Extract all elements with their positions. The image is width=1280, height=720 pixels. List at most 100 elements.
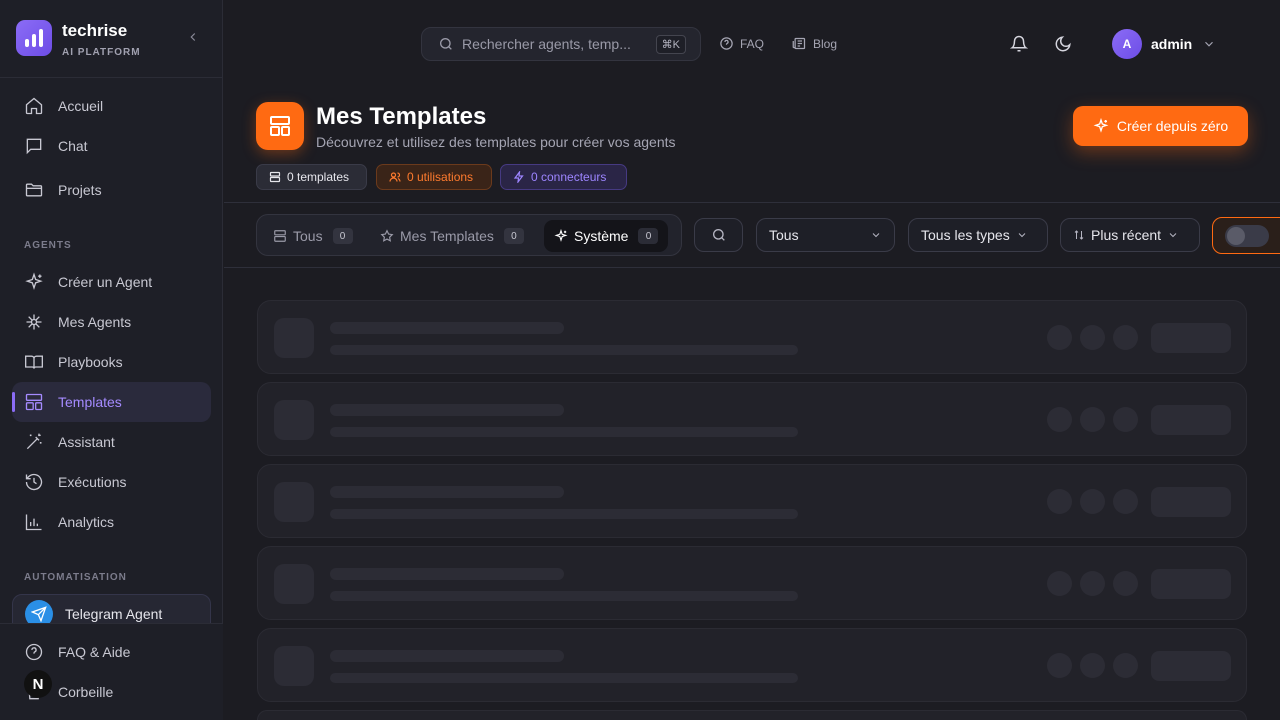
sort-icon xyxy=(1074,230,1084,240)
skeleton-placeholder xyxy=(330,568,564,580)
sidebar-item-label: Corbeille xyxy=(58,684,114,700)
tab-count: 0 xyxy=(332,228,353,244)
sidebar-item-label: Accueil xyxy=(58,98,104,114)
collapse-sidebar-icon[interactable] xyxy=(186,29,200,45)
skeleton-placeholder xyxy=(1151,651,1231,681)
brand-logo-icon xyxy=(16,20,52,56)
search-shortcut: ⌘K xyxy=(655,35,686,54)
sidebar-item-label: Mes Agents xyxy=(58,314,132,330)
skeleton-placeholder xyxy=(1113,325,1138,350)
sidebar-item-chat[interactable]: Chat xyxy=(12,126,211,166)
moon-icon[interactable] xyxy=(1054,35,1072,53)
tab-count: 0 xyxy=(638,228,659,244)
templates-icon xyxy=(256,102,304,150)
faq-link[interactable]: FAQ xyxy=(719,36,764,51)
sort-value: Plus récent xyxy=(1091,227,1162,243)
search-icon xyxy=(712,229,725,241)
skeleton-placeholder xyxy=(1113,489,1138,514)
tab-systeme[interactable]: Système 0 xyxy=(544,220,669,252)
sidebar-item-accueil[interactable]: Accueil xyxy=(12,86,211,126)
page-title: Mes Templates xyxy=(316,103,487,130)
filter-search-button[interactable] xyxy=(694,218,743,252)
tab-label: Système xyxy=(574,228,629,244)
skeleton-placeholder xyxy=(1080,571,1105,596)
sparkles-icon xyxy=(25,272,43,290)
create-from-scratch-button[interactable]: Créer depuis zéro xyxy=(1073,106,1248,146)
uses-count: 0 utilisations xyxy=(407,170,474,184)
sidebar-item-label: Chat xyxy=(58,138,88,154)
skeleton-row xyxy=(257,710,1247,720)
chevron-down-icon xyxy=(872,233,880,238)
skeleton-placeholder xyxy=(330,673,798,683)
avatar[interactable]: N xyxy=(24,670,52,698)
folder-icon xyxy=(25,183,43,197)
sidebar-item-templates[interactable]: Templates xyxy=(12,382,211,422)
skeleton-row xyxy=(257,546,1247,620)
help-icon xyxy=(720,37,733,50)
layout-icon xyxy=(269,171,281,183)
sidebar-item-mes-agents[interactable]: Mes Agents xyxy=(12,302,211,342)
skeleton-placeholder xyxy=(274,400,314,440)
tab-tous[interactable]: Tous 0 xyxy=(263,220,363,252)
uses-count-badge: 0 utilisations xyxy=(376,164,492,190)
featured-toggle-wrapper xyxy=(1212,217,1280,254)
blog-label: Blog xyxy=(813,36,838,51)
bell-icon[interactable] xyxy=(1010,35,1028,53)
skeleton-placeholder xyxy=(330,322,564,334)
user-avatar[interactable]: A xyxy=(1112,29,1142,59)
skeleton-placeholder xyxy=(330,486,564,498)
skeleton-placeholder xyxy=(1113,653,1138,678)
sidebar-item-label: Assistant xyxy=(58,434,115,450)
section-label-automatisation: AUTOMATISATION xyxy=(24,572,127,583)
chevron-down-icon[interactable] xyxy=(1202,37,1216,51)
tab-label: Tous xyxy=(293,228,323,244)
sidebar-item-playbooks[interactable]: Playbooks xyxy=(12,342,211,382)
global-search-input[interactable]: Rechercher agents, temp... ⌘K xyxy=(421,27,701,61)
skeleton-placeholder xyxy=(1113,571,1138,596)
user-name[interactable]: admin xyxy=(1151,36,1192,52)
sidebar-item-analytics[interactable]: Analytics xyxy=(12,502,211,542)
skeleton-placeholder xyxy=(1047,571,1072,596)
sidebar-item-faq-aide[interactable]: FAQ & Aide xyxy=(12,632,211,672)
sidebar-item-label: FAQ & Aide xyxy=(58,644,131,660)
skeleton-placeholder xyxy=(1047,653,1072,678)
tab-label: Mes Templates xyxy=(400,228,494,244)
book-icon xyxy=(25,355,43,369)
skeleton-row xyxy=(257,382,1247,456)
chart-icon xyxy=(25,514,42,531)
sidebar-item-label: Analytics xyxy=(58,514,115,530)
blog-link[interactable]: Blog xyxy=(792,36,837,51)
category-select[interactable]: Tous xyxy=(756,218,895,252)
sidebar-item-label: Playbooks xyxy=(58,354,123,370)
skeleton-row xyxy=(257,464,1247,538)
tab-count: 0 xyxy=(503,228,524,244)
skeleton-placeholder xyxy=(330,650,564,662)
tab-mes-templates[interactable]: Mes Templates 0 xyxy=(370,220,534,252)
type-select[interactable]: Tous les types xyxy=(908,218,1048,252)
topbar: Rechercher agents, temp... ⌘K FAQ Blog A… xyxy=(224,0,1280,88)
sidebar-item-creer-agent[interactable]: Créer un Agent xyxy=(12,262,211,302)
featured-toggle[interactable] xyxy=(1225,225,1269,247)
skeleton-placeholder xyxy=(1151,569,1231,599)
sidebar-item-label: Créer un Agent xyxy=(58,274,153,290)
skeleton-placeholder xyxy=(1047,407,1072,432)
type-value: Tous les types xyxy=(921,227,1010,243)
page-subtitle: Découvrez et utilisez des templates pour… xyxy=(316,134,676,150)
skeleton-placeholder xyxy=(1047,325,1072,350)
sidebar-item-assistant[interactable]: Assistant xyxy=(12,422,211,462)
sidebar-item-label: Templates xyxy=(58,394,122,410)
skeleton-row xyxy=(257,300,1247,374)
home-icon xyxy=(25,97,43,115)
skeleton-placeholder xyxy=(330,427,798,437)
sort-select[interactable]: Plus récent xyxy=(1060,218,1200,252)
star-icon xyxy=(380,229,394,242)
sidebar-item-executions[interactable]: Exécutions xyxy=(12,462,211,502)
skeleton-placeholder xyxy=(330,509,798,519)
brand-subtitle: AI PLATFORM xyxy=(62,47,141,58)
section-label-agents: AGENTS xyxy=(24,240,72,251)
history-icon xyxy=(25,473,43,491)
skeleton-placeholder xyxy=(1080,653,1105,678)
sidebar-item-projets[interactable]: Projets xyxy=(12,170,211,210)
skeleton-placeholder xyxy=(1151,405,1231,435)
header-divider xyxy=(224,202,1280,203)
